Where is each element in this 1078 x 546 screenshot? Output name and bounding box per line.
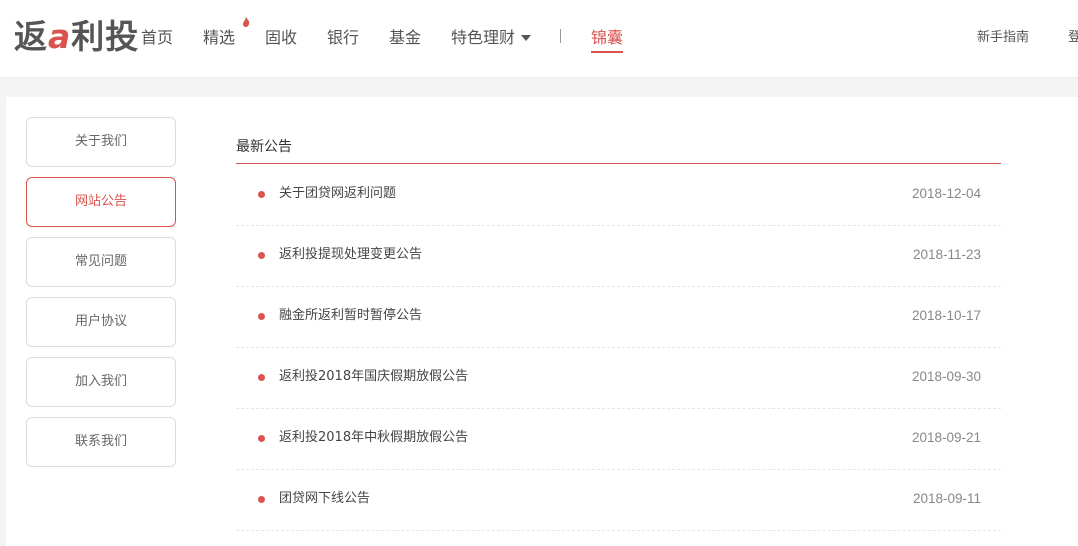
logo-text-suffix: 利投 <box>71 17 140 56</box>
top-navigation-bar: 返a利投 首页 精选 固收 银行 基金 特色理财 锦囊 新手指南 登 <box>0 0 1078 78</box>
announcement-title[interactable]: 关于团贷网返利问题 <box>279 184 396 204</box>
announcement-date: 2018-09-11 <box>912 491 981 506</box>
nav-item-home[interactable]: 首页 <box>141 27 173 49</box>
bullet-dot-icon <box>258 496 265 503</box>
bullet-dot-icon <box>258 252 265 259</box>
announcement-title[interactable]: 返利投提现处理变更公告 <box>279 245 422 265</box>
beginner-guide-link[interactable]: 新手指南 <box>977 28 1029 48</box>
nav-item-special-finance-label: 特色理财 <box>451 28 516 47</box>
announcement-list-title: 最新公告 <box>236 135 1001 164</box>
announcement-row[interactable]: 返利投提现处理变更公告 2018-11-23 <box>236 226 1001 287</box>
nav-divider <box>560 29 561 43</box>
bullet-dot-icon <box>258 435 265 442</box>
flame-icon <box>243 17 250 27</box>
announcement-title[interactable]: 融金所返利暂时暂停公告 <box>279 306 422 326</box>
nav-item-featured[interactable]: 精选 <box>203 27 235 49</box>
nav-item-special-finance[interactable]: 特色理财 <box>451 27 532 49</box>
announcement-title[interactable]: 返利投2018年国庆假期放假公告 <box>279 367 468 387</box>
logo-text-prefix: 返 <box>14 17 48 56</box>
logo-text-accent: a <box>48 17 72 56</box>
bullet-dot-icon <box>258 374 265 381</box>
sidebar-item-faq[interactable]: 常见问题 <box>26 237 176 287</box>
announcement-row[interactable]: 返利投2018年中秋假期放假公告 2018-09-21 <box>236 409 1001 470</box>
announcement-row[interactable]: 关于团贷网返利问题 2018-12-04 <box>236 165 1001 226</box>
sidebar-item-join-us[interactable]: 加入我们 <box>26 357 176 407</box>
announcement-row[interactable]: 融金所返利暂时暂停公告 2018-10-17 <box>236 287 1001 348</box>
announcement-date: 2018-10-17 <box>911 308 981 323</box>
login-link[interactable]: 登 <box>1068 28 1078 48</box>
sidebar-item-announcements[interactable]: 网站公告 <box>26 177 176 227</box>
content-panel: 关于我们 网站公告 常见问题 用户协议 加入我们 联系我们 最新公告 关于团贷网… <box>6 97 1078 546</box>
sidebar-item-contact-us[interactable]: 联系我们 <box>26 417 176 467</box>
sidebar-item-user-agreement[interactable]: 用户协议 <box>26 297 176 347</box>
nav-item-fixed-income[interactable]: 固收 <box>265 27 297 49</box>
announcement-date: 2018-09-30 <box>911 369 981 384</box>
nav-item-tips[interactable]: 锦囊 <box>591 27 624 53</box>
announcement-row[interactable]: 返利投2018年国庆假期放假公告 2018-09-30 <box>236 348 1001 409</box>
bullet-dot-icon <box>258 191 265 198</box>
site-logo[interactable]: 返a利投 <box>14 17 139 57</box>
nav-item-fund[interactable]: 基金 <box>389 27 421 49</box>
announcement-row[interactable]: 团贷网下线公告 2018-09-11 <box>236 470 1001 531</box>
chevron-down-icon <box>521 35 532 41</box>
bullet-dot-icon <box>258 313 265 320</box>
announcement-title[interactable]: 返利投2018年中秋假期放假公告 <box>279 428 468 448</box>
announcement-date: 2018-11-23 <box>912 247 981 262</box>
announcement-date: 2018-09-21 <box>911 430 981 445</box>
sidebar-item-about-us[interactable]: 关于我们 <box>26 117 176 167</box>
nav-item-bank[interactable]: 银行 <box>327 27 359 49</box>
announcement-title[interactable]: 团贷网下线公告 <box>279 489 370 509</box>
announcement-date: 2018-12-04 <box>911 186 981 201</box>
